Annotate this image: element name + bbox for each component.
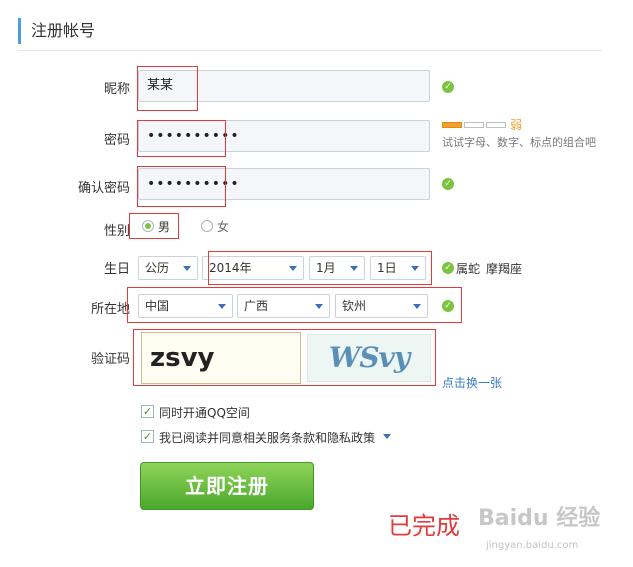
agree-checkbox[interactable]: ✓ xyxy=(141,430,154,443)
gender-female-radio[interactable] xyxy=(201,220,213,232)
password-highlight xyxy=(137,120,226,157)
qzone-label: 同时开通QQ空间 xyxy=(159,406,250,420)
confirm-password-label: 确认密码 xyxy=(77,181,130,196)
nickname-valid-icon: ✓ xyxy=(442,81,454,93)
watermark-url: jingyan.baidu.com xyxy=(486,540,579,551)
chevron-down-icon xyxy=(183,266,191,271)
location-highlight xyxy=(127,287,462,323)
constellation-text: 摩羯座 xyxy=(486,262,523,276)
nickname-label: 昵称 xyxy=(103,82,130,97)
confirm-valid-icon: ✓ xyxy=(442,178,454,190)
chevron-down-icon[interactable] xyxy=(383,434,391,439)
location-label: 所在地 xyxy=(90,302,130,317)
nickname-highlight xyxy=(137,66,198,111)
birthday-label: 生日 xyxy=(103,262,130,277)
calendar-select[interactable]: 公历 xyxy=(138,256,198,280)
watermark-logo: Baidu 经验 xyxy=(478,506,601,531)
gender-highlight xyxy=(129,213,179,239)
password-label: 密码 xyxy=(103,133,130,148)
page-title: 注册帐号 xyxy=(18,18,95,44)
birthday-highlight xyxy=(208,251,432,285)
qzone-checkbox[interactable]: ✓ xyxy=(141,405,154,418)
password-hint: 试试字母、数字、标点的组合吧 xyxy=(442,136,596,149)
captcha-label: 验证码 xyxy=(90,352,130,367)
zodiac-text: 属蛇 xyxy=(456,262,481,276)
confirm-password-highlight xyxy=(137,166,226,207)
gender-label: 性别 xyxy=(103,224,130,239)
password-strength-text: 弱 xyxy=(510,118,523,132)
title-divider xyxy=(18,50,602,51)
gender-female-label: 女 xyxy=(217,220,230,234)
calendar-select-value: 公历 xyxy=(145,261,170,275)
register-button[interactable]: 立即注册 xyxy=(140,462,314,510)
agree-label: 我已阅读并同意相关服务条款和隐私政策 xyxy=(159,431,376,445)
completed-annotation: 已完成 xyxy=(388,512,460,540)
captcha-highlight xyxy=(133,329,436,386)
birthday-valid-icon: ✓ xyxy=(442,262,454,274)
captcha-refresh-link[interactable]: 点击换一张 xyxy=(442,374,502,391)
password-strength-bar xyxy=(442,122,506,128)
